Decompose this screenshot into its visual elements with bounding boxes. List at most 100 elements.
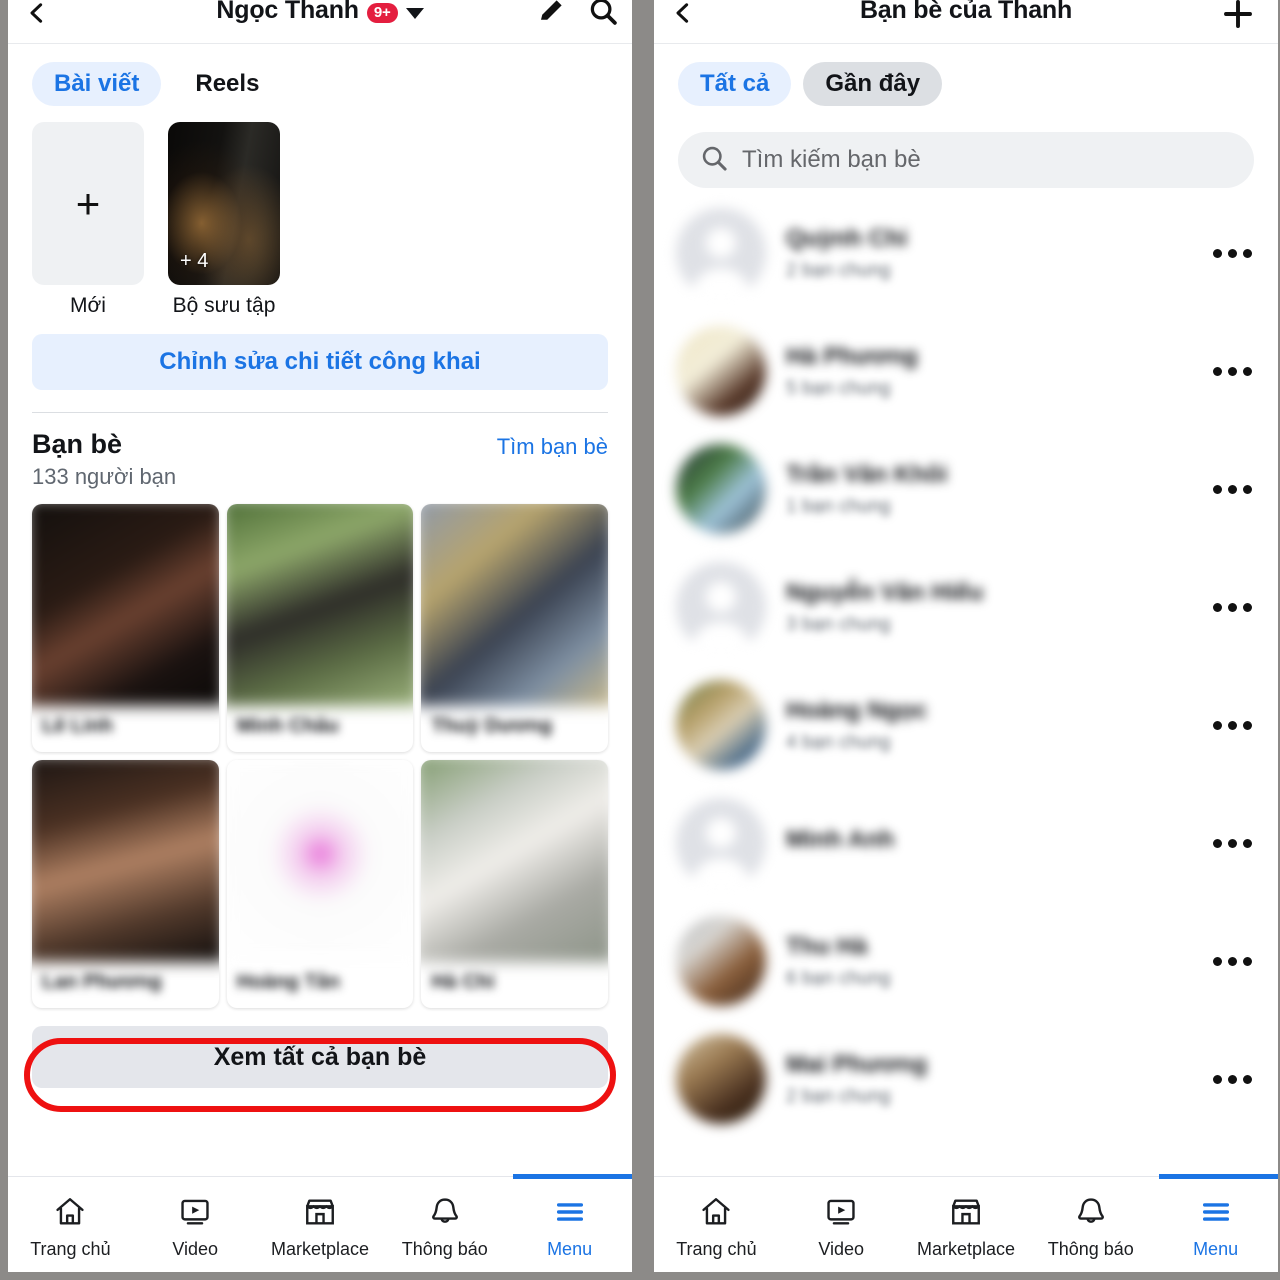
nav-label: Marketplace bbox=[916, 1239, 1016, 1259]
nav-thong-bao[interactable]: Thông báo bbox=[382, 1177, 507, 1272]
nav-marketplace[interactable]: Marketplace bbox=[258, 1177, 383, 1272]
mutual-friends: 6 bạn chung bbox=[786, 967, 891, 989]
friend-card[interactable]: Hoàng Tân bbox=[226, 760, 414, 1008]
hamburger-icon bbox=[553, 1193, 587, 1231]
friends-title: Bạn bè bbox=[32, 429, 123, 459]
search-placeholder: Tìm kiếm bạn bè bbox=[742, 146, 921, 173]
friend-name: Hoàng Tân bbox=[236, 970, 340, 993]
friend-name: Nguyễn Văn Hiếu bbox=[786, 578, 984, 606]
friend-name: Thuỳ Dương bbox=[431, 714, 553, 737]
avatar bbox=[676, 798, 766, 888]
list-item[interactable]: Nguyễn Văn Hiếu 3 bạn chung bbox=[654, 548, 1278, 666]
friend-card[interactable]: Minh Châu bbox=[226, 504, 414, 752]
nav-label: Trang chủ bbox=[676, 1239, 757, 1259]
plus-icon[interactable] bbox=[1220, 0, 1256, 32]
tab-bai-viet[interactable]: Bài viết bbox=[32, 62, 162, 106]
tab-tat-ca[interactable]: Tất cả bbox=[678, 62, 792, 106]
more-options-icon[interactable] bbox=[1208, 838, 1256, 848]
list-item[interactable]: Mai Phương 2 bạn chung bbox=[654, 1020, 1278, 1138]
nav-menu[interactable]: Menu bbox=[1153, 1174, 1278, 1272]
list-item[interactable]: Hà Phương 5 bạn chung bbox=[654, 312, 1278, 430]
friend-photo bbox=[421, 760, 608, 962]
friends-heading-group: Bạn bè 133 người bạn bbox=[32, 429, 176, 490]
friend-photo bbox=[32, 504, 219, 706]
list-item-text: Mai Phương 2 bạn chung bbox=[786, 1051, 1208, 1108]
home-icon bbox=[53, 1193, 87, 1231]
list-item[interactable]: Trần Văn Khôi 1 bạn chung bbox=[654, 430, 1278, 548]
nav-trang-chu[interactable]: Trang chủ bbox=[8, 1177, 133, 1272]
highlight-new[interactable]: + Mới bbox=[32, 122, 144, 318]
nav-marketplace[interactable]: Marketplace bbox=[904, 1177, 1029, 1272]
friend-card[interactable]: Hà Chi bbox=[421, 760, 608, 1008]
marketplace-icon bbox=[949, 1193, 983, 1231]
video-icon bbox=[178, 1193, 212, 1231]
more-options-icon[interactable] bbox=[1208, 720, 1256, 730]
collection-count: + 4 bbox=[180, 250, 209, 272]
nav-video[interactable]: Video bbox=[779, 1177, 904, 1272]
nav-thong-bao[interactable]: Thông báo bbox=[1028, 1177, 1153, 1272]
avatar bbox=[676, 326, 766, 416]
chevron-down-icon[interactable] bbox=[405, 8, 424, 19]
list-item[interactable]: Thu Hà 6 bạn chung bbox=[654, 902, 1278, 1020]
highlight-collection[interactable]: + 4 Bộ sưu tập bbox=[168, 122, 280, 318]
nav-video[interactable]: Video bbox=[133, 1177, 258, 1272]
profile-name: Ngọc Thanh bbox=[216, 0, 359, 24]
friend-name: Trần Văn Khôi bbox=[786, 460, 948, 488]
pencil-icon[interactable] bbox=[536, 0, 566, 26]
friend-name: Hà Chi bbox=[431, 970, 495, 993]
mutual-friends: 2 bạn chung bbox=[786, 1085, 891, 1107]
friend-card[interactable]: Lan Phương bbox=[32, 760, 219, 1008]
search-icon[interactable] bbox=[588, 0, 618, 26]
friend-card[interactable]: Thuỳ Dương bbox=[421, 504, 608, 752]
collection-highlight-thumb[interactable]: + 4 bbox=[168, 122, 280, 285]
nav-label: Video bbox=[172, 1239, 219, 1259]
friend-card[interactable]: Lê Linh bbox=[32, 504, 219, 752]
find-friends-link[interactable]: Tìm bạn bè bbox=[497, 429, 608, 460]
more-options-icon[interactable] bbox=[1208, 602, 1256, 612]
new-highlight-thumb[interactable]: + bbox=[32, 122, 144, 285]
nav-label: Video bbox=[818, 1239, 865, 1259]
tab-reels[interactable]: Reels bbox=[173, 62, 281, 106]
avatar bbox=[676, 1034, 766, 1124]
nav-label: Menu bbox=[547, 1239, 593, 1259]
friend-search-bar[interactable]: Tìm kiếm bạn bè bbox=[678, 132, 1254, 188]
more-options-icon[interactable] bbox=[1208, 366, 1256, 376]
search-icon bbox=[700, 144, 728, 177]
avatar bbox=[676, 562, 766, 652]
list-item[interactable]: Quỳnh Chi 2 bạn chung bbox=[654, 194, 1278, 312]
friends-page-title: Bạn bè của Thanh bbox=[859, 0, 1073, 24]
friends-list: Quỳnh Chi 2 bạn chung Hà Phương 5 bạn ch… bbox=[654, 188, 1278, 1138]
friend-name: Quỳnh Chi bbox=[786, 224, 908, 252]
nav-label: Marketplace bbox=[270, 1239, 370, 1259]
avatar bbox=[676, 680, 766, 770]
more-options-icon[interactable] bbox=[1208, 1074, 1256, 1084]
mutual-friends: 1 bạn chung bbox=[786, 495, 891, 517]
bell-icon bbox=[428, 1193, 462, 1231]
more-options-icon[interactable] bbox=[1208, 484, 1256, 494]
left-topbar: Ngọc Thanh 9+ bbox=[8, 0, 632, 44]
more-options-icon[interactable] bbox=[1208, 956, 1256, 966]
right-topbar: Bạn bè của Thanh bbox=[654, 0, 1278, 44]
left-phone-panel: Ngọc Thanh 9+ Bài viết Reels + Mới + 4 B… bbox=[8, 0, 632, 1272]
avatar bbox=[676, 916, 766, 1006]
friend-name: Thu Hà bbox=[786, 932, 868, 960]
edit-public-details-button[interactable]: Chỉnh sửa chi tiết công khai bbox=[32, 334, 608, 390]
more-options-icon[interactable] bbox=[1208, 248, 1256, 258]
nav-trang-chu[interactable]: Trang chủ bbox=[654, 1177, 779, 1272]
highlight-label: Bộ sưu tập bbox=[172, 294, 276, 317]
mutual-friends: 3 bạn chung bbox=[786, 613, 891, 635]
friends-filter-tabs: Tất cả Gần đây bbox=[654, 44, 1278, 116]
nav-menu[interactable]: Menu bbox=[507, 1174, 632, 1272]
notification-badge: 9+ bbox=[366, 2, 398, 23]
tab-gan-day[interactable]: Gần đây bbox=[803, 62, 943, 106]
right-phone-panel: Bạn bè của Thanh Tất cả Gần đây Tìm kiếm… bbox=[654, 0, 1278, 1272]
friend-name: Lê Linh bbox=[42, 714, 114, 737]
list-item[interactable]: Minh Anh bbox=[654, 784, 1278, 902]
see-all-friends-button[interactable]: Xem tất cả bạn bè bbox=[32, 1026, 608, 1088]
list-item[interactable]: Hoàng Ngọc 4 bạn chung bbox=[654, 666, 1278, 784]
hamburger-icon bbox=[1199, 1193, 1233, 1231]
plus-icon: + bbox=[75, 179, 101, 227]
friend-photo bbox=[421, 504, 608, 706]
right-bottom-nav: Trang chủ Video Marketplace Thông báo Me… bbox=[654, 1174, 1278, 1272]
marketplace-icon bbox=[303, 1193, 337, 1231]
